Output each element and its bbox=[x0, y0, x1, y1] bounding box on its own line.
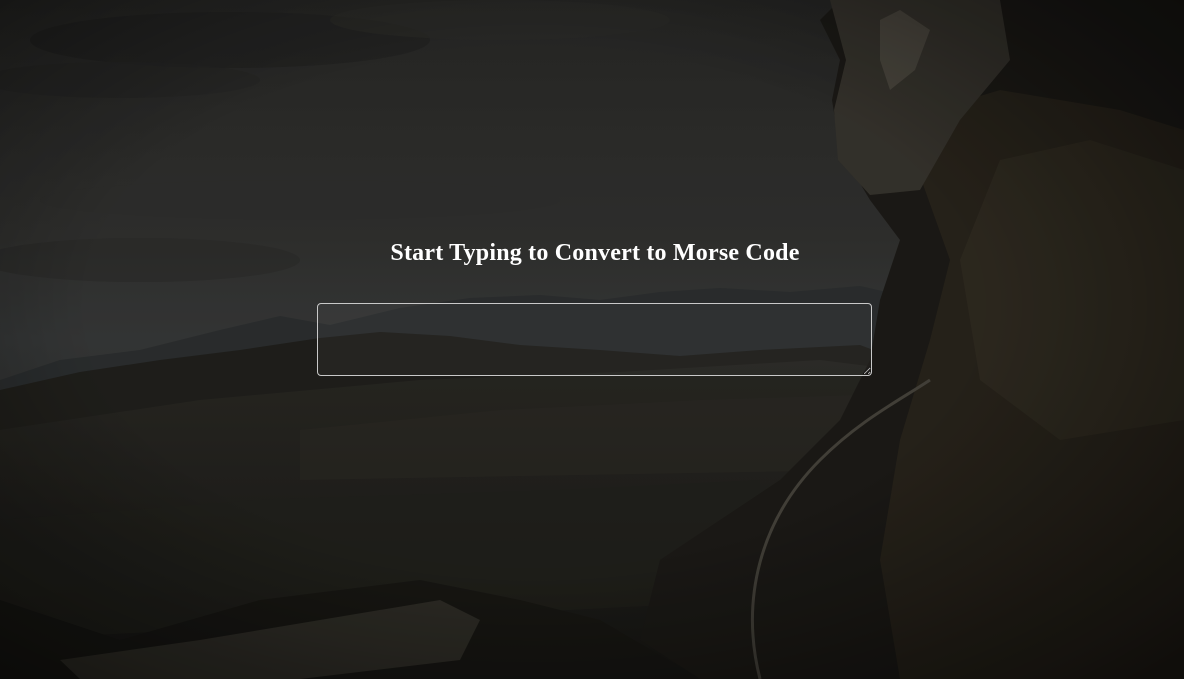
page-title: Start Typing to Convert to Morse Code bbox=[390, 240, 800, 266]
morse-text-input[interactable] bbox=[317, 303, 872, 376]
main-content: Start Typing to Convert to Morse Code bbox=[0, 0, 1184, 679]
page: Start Typing to Convert to Morse Code bbox=[0, 0, 1184, 679]
